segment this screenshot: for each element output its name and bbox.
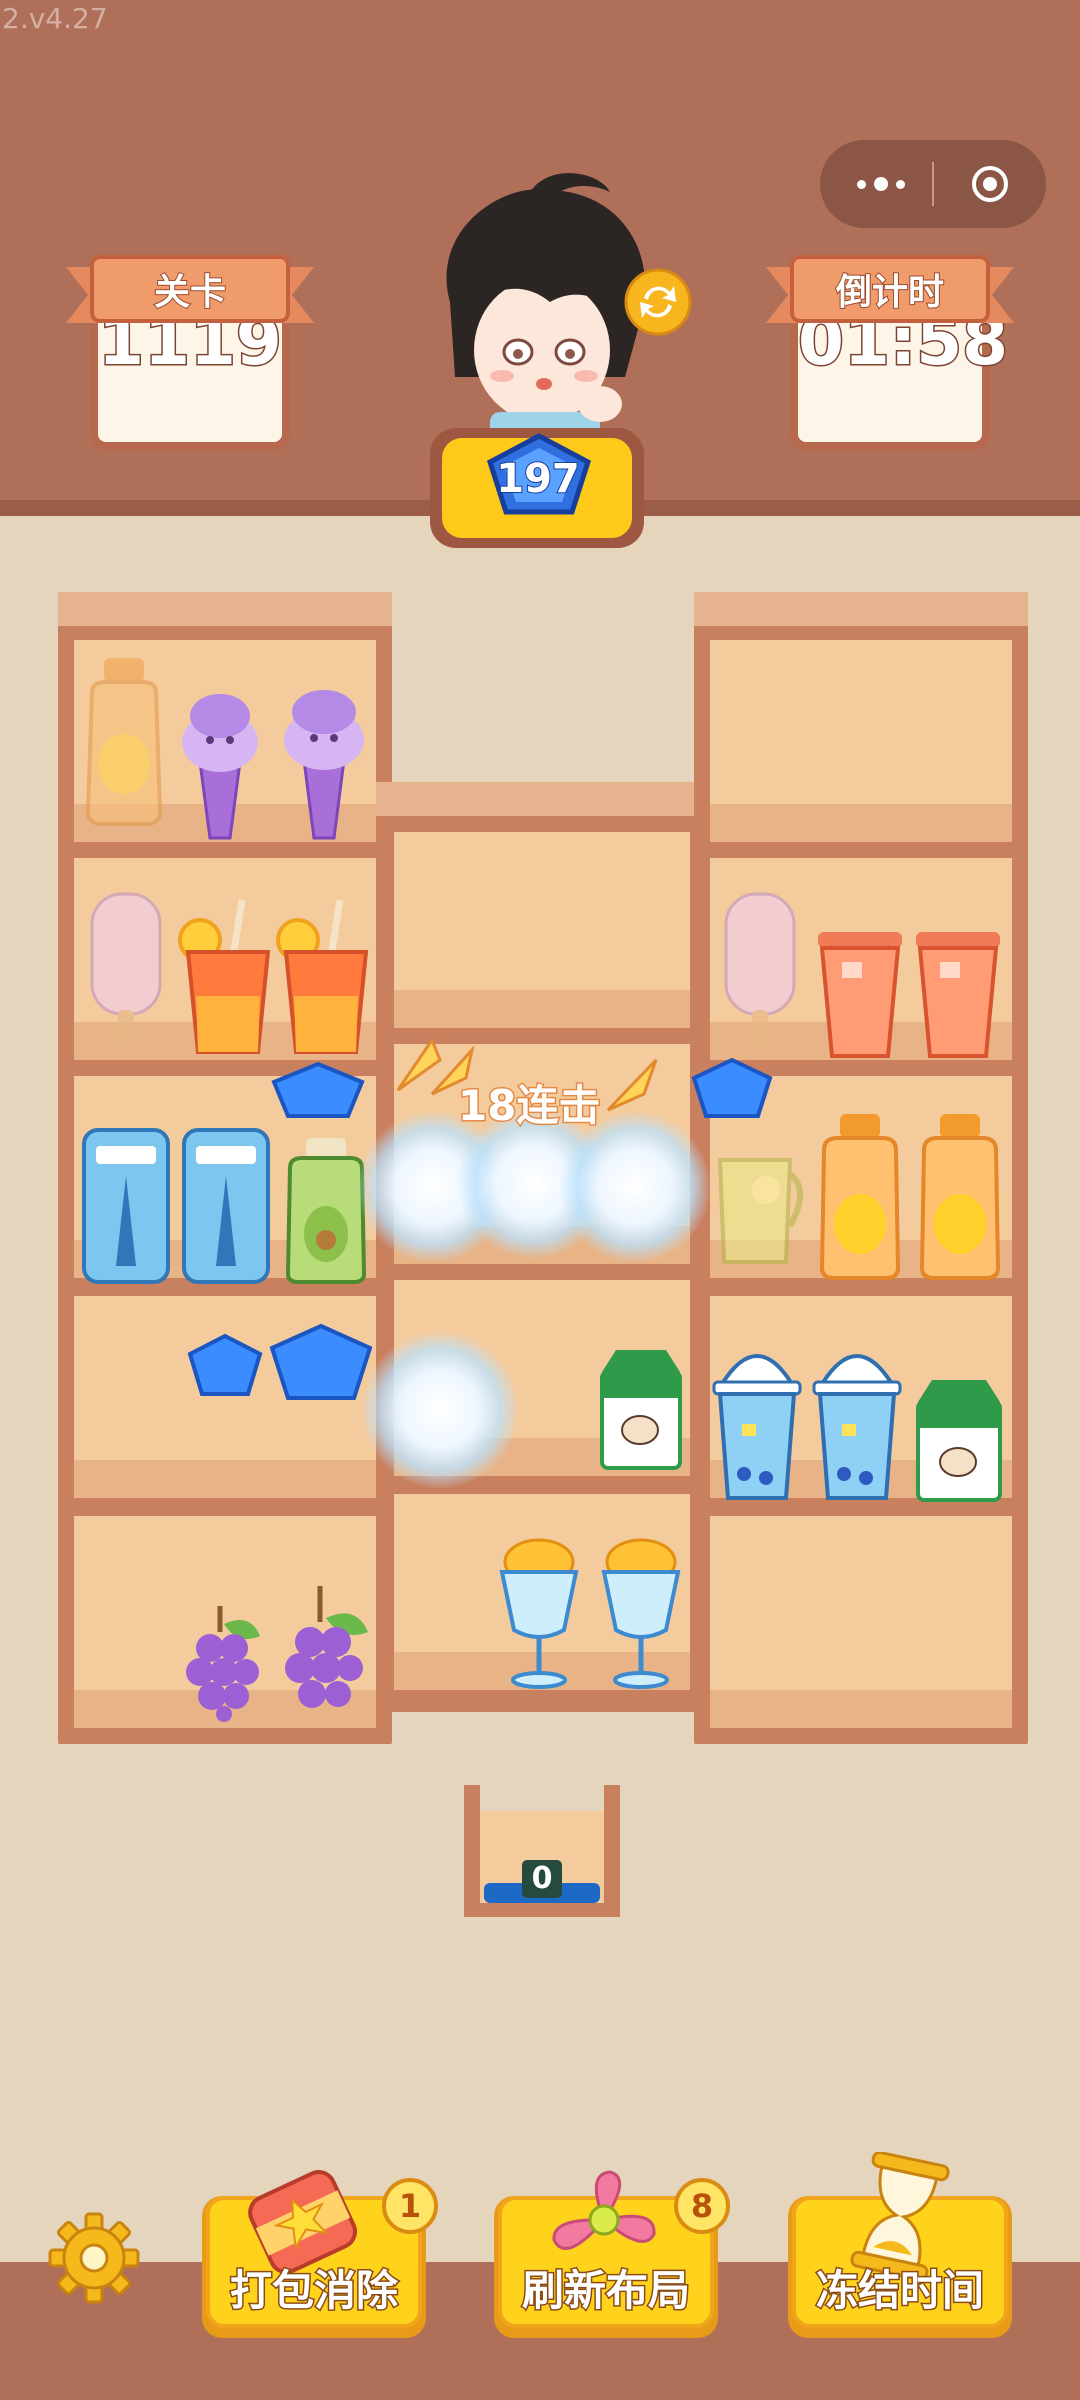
gem-icon bbox=[187, 1333, 263, 1396]
close-target-icon[interactable] bbox=[968, 162, 1012, 206]
right-shelf-row-5 bbox=[710, 1516, 1012, 1728]
powerup-badge: 1 bbox=[382, 2178, 438, 2234]
gem-icon bbox=[269, 1323, 373, 1400]
powerup-badge: 8 bbox=[674, 2178, 730, 2234]
bin-count: 0 bbox=[522, 1860, 562, 1898]
timer-ribbon: 倒计时 bbox=[766, 255, 990, 335]
sparkle-burst bbox=[362, 1332, 518, 1488]
middle-shelf-row-1 bbox=[394, 832, 690, 1028]
timer-label: 倒计时 bbox=[835, 271, 945, 314]
mango-sundae-glass[interactable] bbox=[594, 1512, 688, 1692]
powerup-label: 冻结时间 bbox=[814, 2265, 985, 2317]
gem-counter: 197 bbox=[430, 428, 644, 548]
blue-energy-drink-can[interactable] bbox=[80, 1126, 172, 1286]
powerup-freeze-time-button[interactable]: 冻结时间 bbox=[788, 2152, 1012, 2338]
watermelon-iced-drink[interactable] bbox=[910, 922, 1006, 1060]
milk-carton[interactable] bbox=[910, 1376, 1008, 1504]
taro-popsicle[interactable] bbox=[86, 890, 166, 1050]
powerup-refresh-layout-button[interactable]: 刷新布局 8 bbox=[494, 2170, 730, 2338]
burst-rays-icon bbox=[606, 1058, 658, 1112]
refresh-character-icon[interactable] bbox=[624, 268, 692, 336]
milk-carton[interactable] bbox=[594, 1346, 688, 1472]
blueberry-bubble-tea[interactable] bbox=[808, 1334, 906, 1504]
powerup-label: 打包消除 bbox=[228, 2265, 399, 2317]
avocado-juice-bottle[interactable] bbox=[282, 1134, 370, 1286]
grape-ice-cream-cone[interactable] bbox=[176, 672, 264, 842]
lemonade-pitcher[interactable] bbox=[710, 1130, 810, 1270]
grape-ice-cream-cone[interactable] bbox=[276, 664, 372, 842]
powerup-label: 刷新布局 bbox=[520, 2265, 691, 2317]
mini-program-capsule bbox=[820, 140, 1046, 228]
version-label: 2.v4.27 bbox=[2, 2, 108, 35]
grape-bunch[interactable] bbox=[280, 1582, 372, 1722]
level-ribbon: 关卡 bbox=[66, 255, 290, 335]
mango-juice-bottle[interactable] bbox=[914, 1110, 1006, 1282]
watermelon-iced-drink[interactable] bbox=[812, 922, 908, 1060]
mango-sundae-glass[interactable] bbox=[492, 1512, 586, 1692]
orange-iced-drink[interactable] bbox=[276, 896, 376, 1062]
taro-popsicle[interactable] bbox=[720, 890, 800, 1050]
gem-icon bbox=[691, 1057, 773, 1118]
gem-count: 197 bbox=[495, 455, 581, 503]
grape-bunch[interactable] bbox=[180, 1602, 264, 1722]
blue-energy-drink-can[interactable] bbox=[180, 1126, 272, 1286]
blueberry-bubble-tea[interactable] bbox=[708, 1334, 806, 1504]
sparkle-burst bbox=[560, 1112, 710, 1262]
combo-counter: 18连击 bbox=[456, 1080, 601, 1132]
level-label: 关卡 bbox=[153, 271, 227, 314]
gem-icon bbox=[271, 1061, 365, 1118]
right-shelf-row-1 bbox=[710, 640, 1012, 842]
mango-juice-bottle[interactable] bbox=[76, 652, 172, 832]
powerup-pack-clear-button[interactable]: 打包消除 1 bbox=[202, 2170, 438, 2338]
more-menu-icon[interactable] bbox=[846, 164, 916, 204]
orange-iced-drink[interactable] bbox=[178, 896, 278, 1062]
mango-juice-bottle[interactable] bbox=[814, 1110, 906, 1282]
settings-gear-icon[interactable] bbox=[46, 2210, 142, 2306]
